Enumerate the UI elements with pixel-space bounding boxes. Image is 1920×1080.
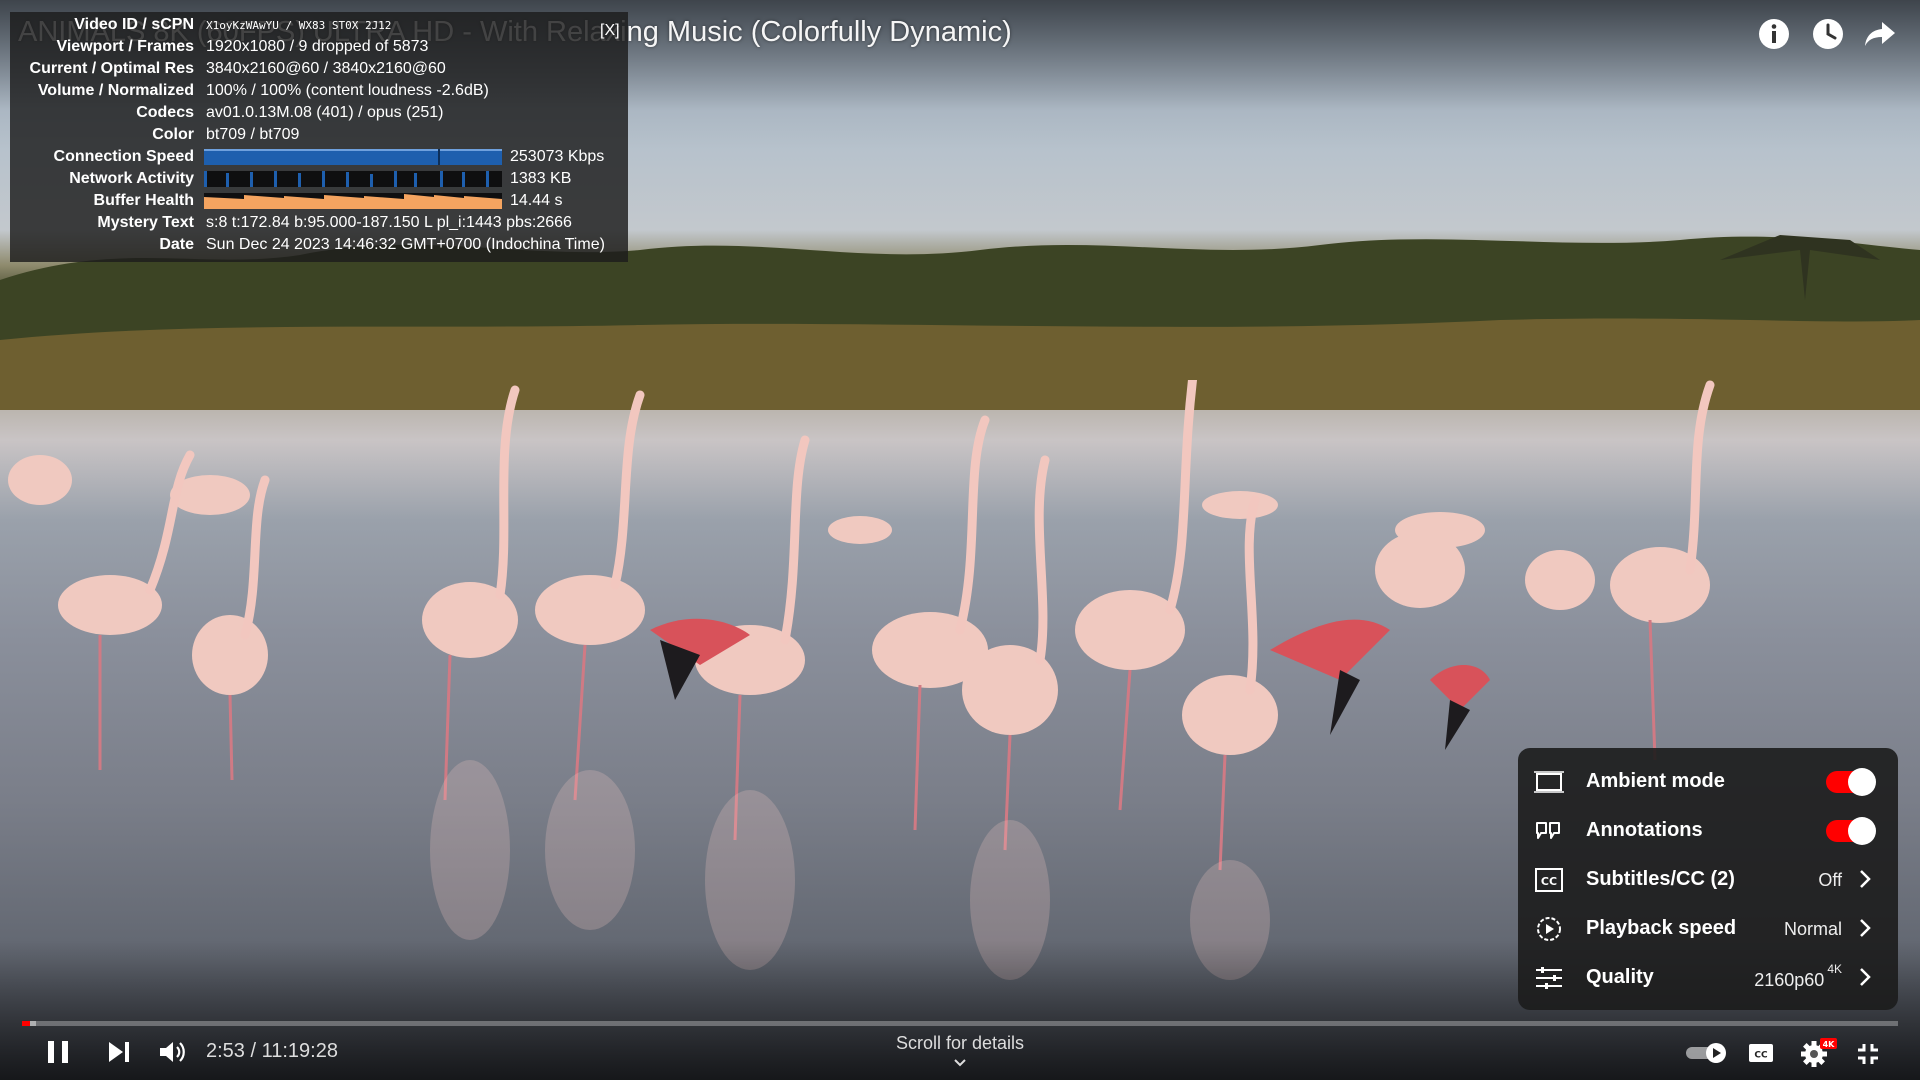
stats-label: Video ID / sCPN [74,16,194,33]
svg-text:CC: CC [1541,875,1557,888]
settings-item-annotations[interactable]: Annotations [1518,806,1898,855]
playback-speed-icon [1537,917,1561,941]
quality-value: 2160p60 [1754,970,1825,990]
settings-button[interactable]: 4K [1800,1036,1838,1068]
stats-row: Color bt709 / bt709 [10,124,628,146]
stats-value: av01.0.13M.08 (401) / opus (251) [206,104,444,121]
stats-row: Codecs av01.0.13M.08 (401) / opus (251) [10,102,628,124]
gear-icon: 4K [1801,1038,1837,1067]
next-button[interactable] [106,1040,132,1064]
stats-label: Buffer Health [93,192,194,209]
settings-item-label: Annotations [1586,819,1703,841]
settings-item-value: Off [1818,870,1842,890]
clock-icon[interactable] [1810,16,1846,52]
stats-label: Viewport / Frames [56,38,194,55]
stats-label: Current / Optimal Res [29,60,194,77]
settings-item-subtitles[interactable]: CC Subtitles/CC (2) Off [1518,855,1898,904]
stats-value: s:8 t:172.84 b:95.000-187.150 L pl_i:144… [206,214,572,231]
scroll-hint-label: Scroll for details [895,1033,1025,1053]
network-activity-row: Network Activity 1383 KB [10,168,628,190]
share-icon[interactable] [1862,16,1898,52]
cc-icon: CC [1535,868,1563,892]
stats-value: 14.44 s [510,192,563,209]
settings-item-label: Ambient mode [1586,770,1725,792]
progress-bar[interactable] [22,1021,1898,1026]
pause-button[interactable] [44,1038,72,1066]
network-activity-graph [204,171,502,187]
buffer-health-row: Buffer Health 14.44 s [10,190,628,212]
stats-label: Connection Speed [53,148,194,165]
stats-row: Current / Optimal Res 3840x2160@60 / 384… [10,58,628,80]
exit-fullscreen-button[interactable] [1856,1042,1880,1066]
chevron-right-icon [1860,968,1871,986]
ambient-mode-icon [1534,771,1564,793]
stats-row: Date Sun Dec 24 2023 14:46:32 GMT+0700 (… [10,234,628,256]
cc-icon: CC [1749,1044,1773,1062]
stats-label: Date [159,236,194,253]
annotations-toggle[interactable] [1826,817,1876,845]
stats-label: Color [152,126,194,143]
settings-badge: 4K [1823,1040,1836,1049]
settings-item-label: Subtitles/CC (2) [1586,868,1735,890]
stats-value: 3840x2160@60 / 3840x2160@60 [206,60,446,77]
settings-item-ambient-mode[interactable]: Ambient mode [1518,757,1898,806]
chevron-down-icon [954,1059,966,1067]
settings-item-value: Normal [1783,919,1842,939]
stats-row: Mystery Text s:8 t:172.84 b:95.000-187.1… [10,212,628,234]
time-display: 2:53 / 11:19:28 [206,1040,338,1062]
toggle-knob [1848,817,1876,845]
chevron-right-icon [1860,870,1871,888]
stats-label: Codecs [136,104,194,121]
captions-button[interactable]: CC [1748,1042,1774,1064]
settings-item-quality[interactable]: Quality 2160p604K [1518,953,1898,1002]
stats-value: 100% / 100% (content loudness -2.6dB) [206,82,489,99]
connection-speed-graph [204,149,502,165]
stats-label: Mystery Text [97,214,194,231]
stats-row: Volume / Normalized 100% / 100% (content… [10,80,628,102]
quality-icon [1536,967,1562,989]
info-icon[interactable] [1756,16,1792,52]
connection-speed-row: Connection Speed 253073 Kbps [10,146,628,168]
autoplay-toggle[interactable] [1686,1042,1728,1064]
ambient-mode-toggle[interactable] [1826,768,1876,796]
settings-item-label: Quality [1586,966,1654,988]
quality-badge: 4K [1827,962,1842,976]
stats-value: X1oyKzWAwYU / WX83 ST0X 2J12 [206,19,392,32]
stats-value: bt709 / bt709 [206,126,300,143]
stats-value: 1920x1080 / 9 dropped of 5873 [206,38,429,55]
annotations-icon [1536,822,1560,839]
volume-icon[interactable] [158,1039,188,1065]
stats-value: 253073 Kbps [510,148,605,165]
stats-value: Sun Dec 24 2023 14:46:32 GMT+0700 (Indoc… [206,236,605,253]
scroll-for-details[interactable]: Scroll for details [880,1033,1040,1068]
stats-for-nerds-panel: [X] Video ID / sCPN X1oyKzWAwYU / WX83 S… [10,12,628,262]
stats-label: Volume / Normalized [37,82,194,99]
settings-item-playback-speed[interactable]: Playback speed Normal [1518,904,1898,953]
svg-text:CC: CC [1754,1051,1768,1061]
chevron-right-icon [1860,919,1871,937]
stats-label: Network Activity [69,170,194,187]
exit-fullscreen-icon [1858,1044,1878,1064]
settings-item-label: Playback speed [1586,917,1737,939]
settings-item-value: 2160p604K [1754,962,1842,991]
stats-row: Video ID / sCPN X1oyKzWAwYU / WX83 ST0X … [10,14,628,36]
stats-row: Viewport / Frames 1920x1080 / 9 dropped … [10,36,628,58]
progress-played [22,1021,30,1026]
toggle-knob [1848,768,1876,796]
buffer-health-graph [204,193,502,209]
stats-value: 1383 KB [510,170,572,187]
settings-menu: Ambient mode Annotations CC Subtitles/CC… [1518,748,1898,1010]
